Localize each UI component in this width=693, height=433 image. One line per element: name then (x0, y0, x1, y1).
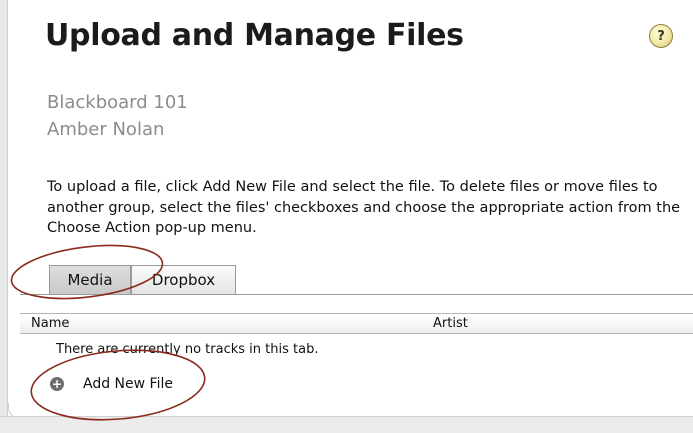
tab-media-label: Media (67, 271, 113, 289)
add-circle-icon: + (50, 377, 64, 391)
tab-media[interactable]: Media (49, 265, 131, 294)
course-name: Blackboard 101 (47, 92, 188, 113)
add-new-file-button[interactable]: + Add New File (50, 374, 173, 394)
tab-dropbox[interactable]: Dropbox (131, 265, 236, 294)
instructions-text: To upload a file, click Add New File and… (47, 179, 681, 236)
help-icon[interactable]: ? (649, 24, 673, 48)
column-header-name[interactable]: Name (31, 316, 69, 331)
window-left-edge (0, 0, 8, 432)
tab-strip-divider (20, 294, 693, 295)
empty-table-message: There are currently no tracks in this ta… (56, 342, 319, 357)
window-bottom-edge (0, 416, 693, 433)
page-title: Upload and Manage Files (45, 18, 464, 53)
add-new-file-label: Add New File (83, 376, 173, 392)
user-name: Amber Nolan (47, 119, 165, 140)
tab-dropbox-label: Dropbox (151, 271, 216, 289)
column-header-artist[interactable]: Artist (433, 316, 468, 331)
table-header: Name Artist (20, 313, 693, 334)
